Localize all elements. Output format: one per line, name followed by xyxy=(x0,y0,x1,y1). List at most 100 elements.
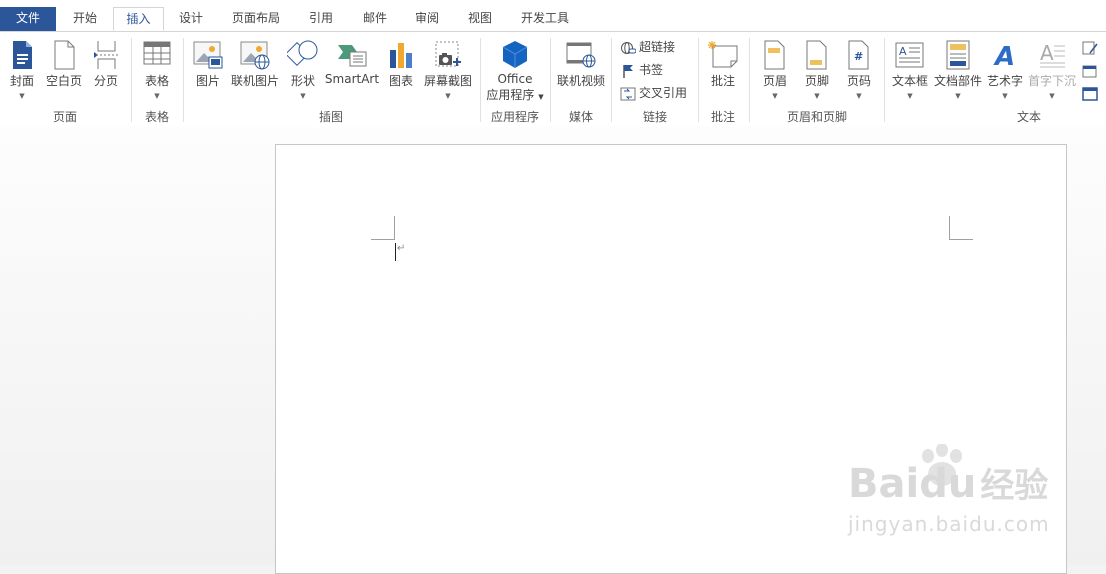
page-break-button[interactable]: 分页 xyxy=(90,40,122,89)
chart-icon xyxy=(390,43,412,68)
group-illustrations-label: 插图 xyxy=(318,110,343,124)
tab-insert[interactable]: 插入 xyxy=(113,7,164,31)
svg-text:A: A xyxy=(993,42,1015,70)
footer-label: 页脚 xyxy=(804,74,829,88)
cover-page-icon xyxy=(13,41,32,69)
shapes-dropdown-icon[interactable]: ▼ xyxy=(286,91,320,101)
text-cursor xyxy=(395,243,396,261)
ribbon-tab-bar: 文件 开始 插入 设计 页面布局 引用 邮件 审阅 视图 开发工具 xyxy=(0,0,1106,31)
header-dropdown-icon[interactable]: ▼ xyxy=(758,91,792,101)
object-button[interactable] xyxy=(1082,83,1101,103)
office-apps-button[interactable]: Office 应用程序 ▼ xyxy=(484,40,546,103)
tab-review[interactable]: 审阅 xyxy=(402,7,452,31)
picture-button[interactable]: 图片 xyxy=(191,40,225,89)
smartart-label: SmartArt xyxy=(324,72,380,86)
cover-page-button[interactable]: 封面 ▼ xyxy=(6,40,38,101)
tab-home[interactable]: 开始 xyxy=(60,7,110,31)
textbox-dropdown-icon[interactable]: ▼ xyxy=(890,91,930,101)
watermark-brand2: du xyxy=(919,461,977,507)
drop-cap-label: 首字下沉 xyxy=(1027,74,1076,88)
screenshot-button[interactable]: 屏幕截图 ▼ xyxy=(422,40,474,101)
group-separator xyxy=(749,38,750,122)
tab-developer[interactable]: 开发工具 xyxy=(510,7,580,31)
tab-references[interactable]: 引用 xyxy=(296,7,346,31)
chart-button[interactable]: 图表 xyxy=(384,40,418,89)
office-apps-label-line2: 应用程序 ▼ xyxy=(486,88,544,102)
wordart-dropdown-icon[interactable]: ▼ xyxy=(985,91,1025,101)
smartart-button[interactable]: SmartArt xyxy=(324,40,380,86)
page-number-button[interactable]: # 页码 ▼ xyxy=(842,40,876,101)
office-apps-dropdown-icon[interactable]: ▼ xyxy=(538,93,543,101)
drop-cap-dropdown-icon[interactable]: ▼ xyxy=(1027,91,1077,101)
group-links-label: 链接 xyxy=(642,110,667,124)
textbox-button[interactable]: A 文本框 ▼ xyxy=(890,40,930,101)
drop-cap-icon: A xyxy=(1040,41,1065,68)
screenshot-label: 屏幕截图 xyxy=(423,74,472,88)
tab-file[interactable]: 文件 xyxy=(0,7,56,31)
wordart-icon: A xyxy=(993,42,1015,70)
footer-button[interactable]: 页脚 ▼ xyxy=(800,40,834,101)
document-page[interactable]: ↵ xyxy=(275,144,1067,574)
comment-icon xyxy=(708,41,738,68)
drop-cap-button[interactable]: A 首字下沉 ▼ xyxy=(1027,40,1077,101)
watermark-cn: 经验 xyxy=(980,466,1049,506)
signature-line-button[interactable] xyxy=(1082,37,1101,57)
group-separator xyxy=(698,38,699,122)
wordart-label: 艺术字 xyxy=(986,74,1023,88)
quick-parts-dropdown-icon[interactable]: ▼ xyxy=(933,91,983,101)
shapes-label: 形状 xyxy=(290,74,315,88)
online-picture-button[interactable]: 联机图片 xyxy=(230,40,280,89)
baidu-watermark: Baidu 经验 xyxy=(848,444,1049,507)
textbox-icon: A xyxy=(895,42,924,68)
hyperlink-button[interactable]: 超链接 xyxy=(620,37,675,57)
cross-reference-button[interactable]: 交叉引用 xyxy=(620,83,687,103)
picture-label: 图片 xyxy=(195,74,220,88)
footer-dropdown-icon[interactable]: ▼ xyxy=(800,91,834,101)
online-video-label: 联机视频 xyxy=(556,74,605,88)
shapes-button[interactable]: 形状 ▼ xyxy=(286,40,320,101)
page-number-label: 页码 xyxy=(846,74,871,88)
online-video-icon xyxy=(566,42,596,68)
wordart-button[interactable]: A 艺术字 ▼ xyxy=(985,40,1025,101)
tab-view[interactable]: 视图 xyxy=(455,7,505,31)
hyperlink-label: 超链接 xyxy=(639,40,676,54)
cover-page-dropdown-icon[interactable]: ▼ xyxy=(6,91,38,101)
group-pages-label: 页面 xyxy=(52,110,77,124)
quick-parts-button[interactable]: 文档部件 ▼ xyxy=(933,40,983,101)
online-video-button[interactable]: 联机视频 xyxy=(555,40,607,89)
quick-parts-icon xyxy=(946,40,970,70)
table-label: 表格 xyxy=(144,74,169,88)
tab-design[interactable]: 设计 xyxy=(166,7,216,31)
header-button[interactable]: 页眉 ▼ xyxy=(758,40,792,101)
svg-text:#: # xyxy=(854,50,863,63)
screenshot-dropdown-icon[interactable]: ▼ xyxy=(422,91,474,101)
cover-page-label: 封面 xyxy=(9,74,34,88)
office-apps-label-line1: Office xyxy=(497,72,533,86)
blank-page-icon xyxy=(54,40,75,70)
bookmark-button[interactable]: 书签 xyxy=(620,60,663,80)
svg-text:A: A xyxy=(899,45,907,58)
blank-page-button[interactable]: 空白页 xyxy=(44,40,84,89)
smartart-icon xyxy=(338,45,367,67)
tab-layout[interactable]: 页面布局 xyxy=(222,7,290,31)
screenshot-icon xyxy=(435,41,461,67)
group-header-footer-label: 页眉和页脚 xyxy=(786,110,847,124)
table-icon xyxy=(143,41,171,65)
group-media-label: 媒体 xyxy=(568,110,593,124)
page-number-icon: # xyxy=(848,40,869,70)
online-picture-label: 联机图片 xyxy=(230,74,279,88)
date-time-button[interactable] xyxy=(1082,60,1101,80)
hyperlink-icon xyxy=(621,41,637,54)
cross-reference-icon xyxy=(620,87,636,100)
tab-mailings[interactable]: 邮件 xyxy=(350,7,400,31)
page-break-icon xyxy=(94,41,118,69)
page-number-dropdown-icon[interactable]: ▼ xyxy=(842,91,876,101)
shapes-icon xyxy=(287,40,318,67)
margin-mark-top-right xyxy=(949,216,950,240)
margin-mark-top-right xyxy=(949,239,973,240)
table-button[interactable]: 表格 ▼ xyxy=(140,40,174,101)
margin-mark-top-left xyxy=(371,239,395,240)
group-separator xyxy=(183,38,184,122)
table-dropdown-icon[interactable]: ▼ xyxy=(140,91,174,101)
comment-button[interactable]: 批注 xyxy=(705,40,741,89)
